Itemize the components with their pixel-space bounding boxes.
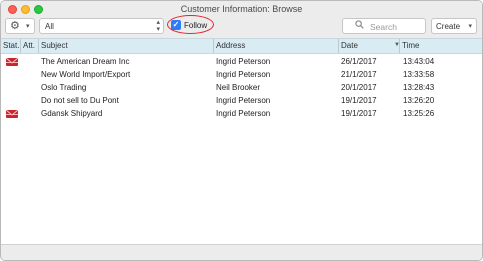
create-button-label: Create: [436, 22, 461, 31]
message-list: The American Dream Inc Ingrid Peterson 2…: [1, 54, 482, 244]
status-bar: [1, 244, 482, 260]
address-cell: Ingrid Peterson: [216, 109, 271, 118]
column-header-date[interactable]: Date: [339, 39, 400, 53]
column-header-address[interactable]: Address: [214, 39, 339, 53]
column-header-status[interactable]: Stat.: [1, 39, 21, 53]
address-cell: Ingrid Peterson: [216, 96, 271, 105]
address-cell: Neil Brooker: [216, 83, 261, 92]
time-cell: 13:28:43: [403, 83, 435, 92]
chevron-down-icon: ▾: [26, 23, 30, 30]
table-row[interactable]: Gdansk Shipyard Ingrid Peterson 19/1/201…: [1, 107, 482, 120]
date-cell: 19/1/2017: [341, 96, 377, 105]
create-button[interactable]: Create ▾: [431, 18, 477, 34]
subject-cell: The American Dream Inc: [41, 57, 130, 66]
address-cell: Ingrid Peterson: [216, 57, 271, 66]
column-header-subject[interactable]: Subject: [39, 39, 214, 53]
column-header-time[interactable]: Time: [400, 39, 482, 53]
subject-cell: Do not sell to Du Pont: [41, 96, 119, 105]
address-cell: Ingrid Peterson: [216, 70, 271, 79]
subject-cell: Gdansk Shipyard: [41, 109, 103, 118]
title-bar[interactable]: Customer Information: Browse: [1, 1, 482, 18]
date-cell: 19/1/2017: [341, 109, 377, 118]
mail-unread-icon: [6, 110, 18, 118]
table-row[interactable]: New World Import/Export Ingrid Peterson …: [1, 68, 482, 81]
mail-unread-icon: [6, 58, 18, 66]
gear-icon: ⚙: [10, 20, 20, 32]
filter-select[interactable]: All ▴ ▾: [39, 18, 164, 34]
table-row[interactable]: The American Dream Inc Ingrid Peterson 2…: [1, 55, 482, 68]
table-row[interactable]: Oslo Trading Neil Brooker 20/1/2017 13:2…: [1, 81, 482, 94]
time-cell: 13:33:58: [403, 70, 435, 79]
actions-menu-button[interactable]: ⚙ ▾: [5, 18, 35, 34]
search-input[interactable]: Search: [342, 18, 426, 34]
select-arrows-icon: ▴ ▾: [156, 19, 160, 33]
date-cell: 26/1/2017: [341, 57, 377, 66]
subject-cell: Oslo Trading: [41, 83, 87, 92]
column-header-row: Stat. Att. Subject Address Date ▼ Time: [1, 38, 482, 54]
search-icon: [355, 20, 364, 31]
subject-cell: New World Import/Export: [41, 70, 131, 79]
toolbar: ⚙ ▾ All ▴ ▾ ✓ Follow Search Create ▾: [1, 15, 482, 38]
chevron-down-icon: ▾: [468, 23, 472, 30]
time-cell: 13:26:20: [403, 96, 435, 105]
table-row[interactable]: Do not sell to Du Pont Ingrid Peterson 1…: [1, 94, 482, 107]
filter-select-value: All: [45, 22, 54, 31]
date-cell: 21/1/2017: [341, 70, 377, 79]
window-title: Customer Information: Browse: [180, 4, 303, 14]
column-header-attachment[interactable]: Att.: [21, 39, 39, 53]
follow-highlight-ring: [167, 15, 214, 34]
browse-window: Customer Information: Browse ⚙ ▾ All ▴ ▾ …: [0, 0, 483, 261]
search-placeholder: Search: [370, 22, 397, 32]
time-cell: 13:25:26: [403, 109, 435, 118]
time-cell: 13:43:04: [403, 57, 435, 66]
date-cell: 20/1/2017: [341, 83, 377, 92]
